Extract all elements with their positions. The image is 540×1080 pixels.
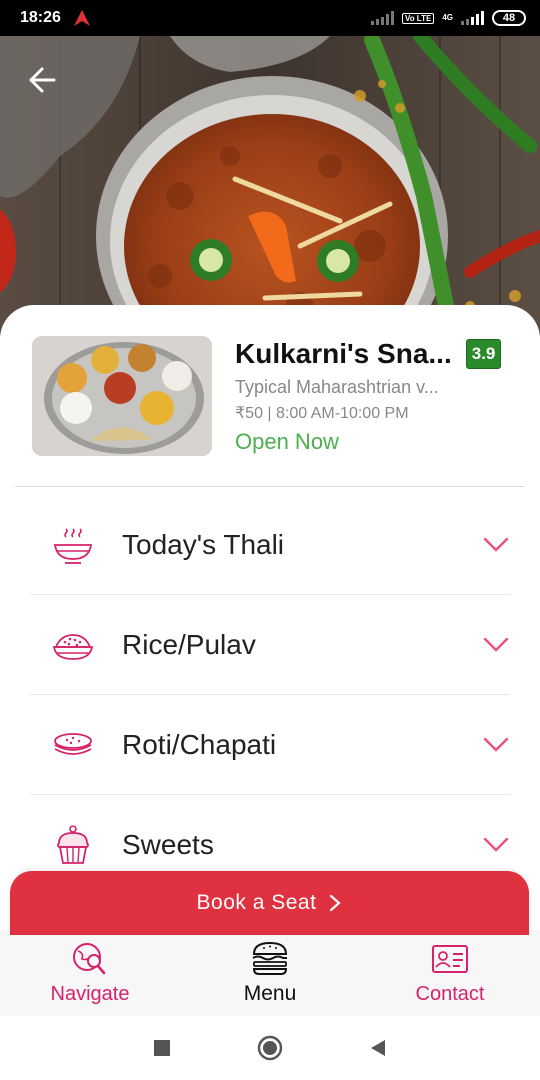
bottom-navigation: Navigate Menu Contact xyxy=(0,930,540,1016)
signal-icon-2 xyxy=(461,11,484,25)
app-notification-icon xyxy=(73,10,90,26)
nav-navigate-label: Navigate xyxy=(50,982,130,1005)
category-label: Roti/Chapati xyxy=(122,728,277,760)
chevron-down-icon[interactable] xyxy=(482,835,510,855)
nav-menu[interactable]: Menu xyxy=(180,930,360,1016)
map-search-icon xyxy=(70,941,110,977)
cupcake-icon xyxy=(50,822,96,868)
restaurant-card: Kulkarni's Sna... 3.9 Typical Maharashtr… xyxy=(0,305,540,945)
burger-icon xyxy=(250,940,290,976)
recents-button[interactable] xyxy=(148,1034,176,1062)
network-type: 4G xyxy=(442,13,453,22)
category-rice-pulav[interactable]: Rice/Pulav xyxy=(30,595,510,695)
chevron-down-icon[interactable] xyxy=(482,635,510,655)
chevron-down-icon[interactable] xyxy=(482,735,510,755)
roti-icon xyxy=(50,722,96,768)
square-icon xyxy=(154,1040,170,1056)
circle-icon xyxy=(257,1035,283,1061)
book-seat-label: Book a Seat xyxy=(196,891,317,914)
divider xyxy=(15,486,525,487)
restaurant-name: Kulkarni's Sna... xyxy=(235,338,452,369)
contact-card-icon xyxy=(430,941,470,977)
book-seat-button[interactable]: Book a Seat xyxy=(10,871,529,935)
open-status: Open Now xyxy=(235,429,339,454)
category-label: Sweets xyxy=(122,829,214,860)
status-bar: 18:26 Vo LTE 4G 48 xyxy=(0,0,540,36)
cuisine-description: Typical Maharashtrian v... xyxy=(235,377,439,397)
thali-photo xyxy=(32,336,212,456)
back-button[interactable] xyxy=(364,1034,392,1062)
nav-contact[interactable]: Contact xyxy=(360,930,540,1016)
volte-badge: Vo LTE xyxy=(401,12,435,24)
system-navigation-bar xyxy=(0,1016,540,1080)
rice-bowl-icon xyxy=(50,622,96,668)
restaurant-thumbnail[interactable] xyxy=(32,336,212,456)
price-hours: ₹50 | 8:00 AM-10:00 PM xyxy=(235,405,409,422)
back-arrow-icon[interactable] xyxy=(24,62,60,98)
restaurant-info: Kulkarni's Sna... 3.9 Typical Maharashtr… xyxy=(32,336,522,460)
category-label: Rice/Pulav xyxy=(122,628,256,660)
battery-icon: 48 xyxy=(492,10,526,26)
hero-image xyxy=(0,36,540,336)
name-row: Kulkarni's Sna... 3.9 xyxy=(235,338,525,370)
thali-bowl-icon xyxy=(50,522,96,568)
home-button[interactable] xyxy=(256,1034,284,1062)
chevron-down-icon[interactable] xyxy=(482,535,510,555)
signal-icon xyxy=(370,11,394,25)
category-label: Today's Thali xyxy=(122,528,285,560)
status-indicators: Vo LTE 4G 48 xyxy=(370,10,526,26)
category-todays-thali[interactable]: Today's Thali xyxy=(30,495,510,595)
status-time: 18:26 xyxy=(20,9,61,26)
nav-contact-label: Contact xyxy=(415,982,485,1005)
menu-category-list: Today's Thali Rice/Pulav Roti/Chapati Sw… xyxy=(30,495,510,895)
chevron-right-icon xyxy=(330,894,342,912)
restaurant-details: Kulkarni's Sna... 3.9 Typical Maharashtr… xyxy=(235,338,525,455)
rating-badge: 3.9 xyxy=(465,339,502,369)
nav-navigate[interactable]: Navigate xyxy=(0,930,180,1016)
triangle-back-icon xyxy=(371,1040,385,1056)
curry-photo xyxy=(0,36,540,336)
category-roti-chapati[interactable]: Roti/Chapati xyxy=(30,695,510,795)
nav-menu-label: Menu xyxy=(243,982,297,1005)
